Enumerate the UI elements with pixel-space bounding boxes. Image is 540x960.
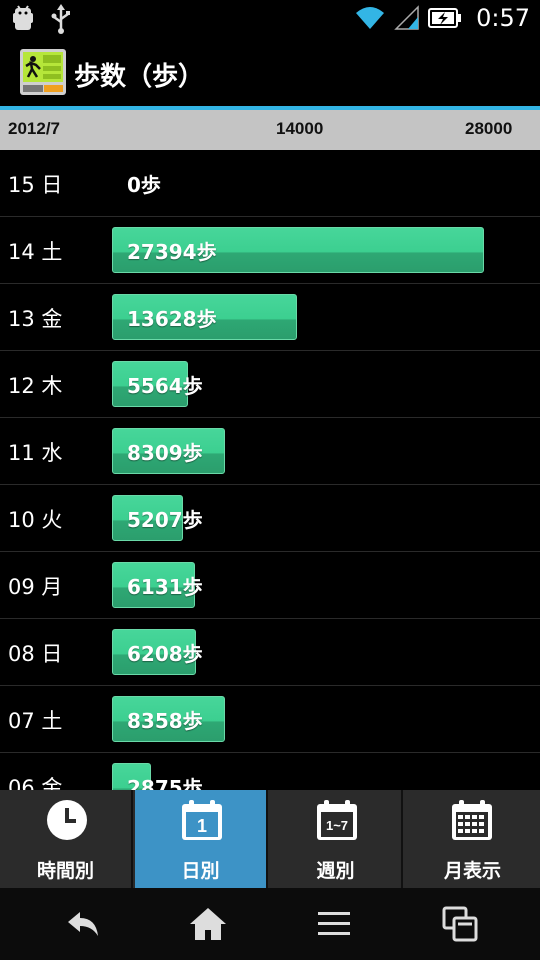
step-count-label: 6208歩 bbox=[127, 642, 203, 666]
step-count-label: 13628歩 bbox=[127, 307, 217, 331]
day-row[interactable]: 06 金 2875歩 bbox=[0, 753, 540, 790]
step-count-label: 5207歩 bbox=[127, 508, 203, 532]
day-row[interactable]: 07 土 8358歩 bbox=[0, 686, 540, 753]
step-count-label: 8358歩 bbox=[127, 709, 203, 733]
recent-apps-icon[interactable] bbox=[440, 904, 480, 944]
pedometer-app-icon[interactable] bbox=[20, 49, 66, 95]
daily-steps-list[interactable]: 15 日 0歩 14 土 27394歩 13 金 13628歩 12 木 5564歩 11 水 8… bbox=[0, 150, 540, 790]
step-count-label: 5564歩 bbox=[127, 374, 203, 398]
day-row[interactable]: 09 月 6131歩 bbox=[0, 552, 540, 619]
day-row[interactable]: 10 火 5207歩 bbox=[0, 485, 540, 552]
step-count-label: 6131歩 bbox=[127, 575, 203, 599]
tab-hourly-label: 時間別 bbox=[36, 860, 94, 882]
step-count-label: 2875歩 bbox=[127, 776, 203, 790]
step-count-label: 0歩 bbox=[127, 173, 161, 197]
step-count-label: 8309歩 bbox=[127, 441, 203, 465]
menu-icon[interactable] bbox=[314, 904, 354, 944]
android-debug-icon bbox=[13, 5, 33, 30]
calendar-day-icon: 1 bbox=[182, 800, 222, 840]
system-nav-bar bbox=[0, 888, 540, 960]
tab-hourly[interactable]: 時間別 bbox=[0, 790, 133, 888]
calendar-week-icon: 1~7 bbox=[317, 800, 357, 840]
calendar-week-range: 1~7 bbox=[326, 818, 348, 833]
day-label: 12 木 bbox=[8, 374, 63, 398]
tab-monthly-label: 月表示 bbox=[443, 860, 501, 882]
tab-bar: 時間別 1 日別 1~7 週別 月表示 bbox=[0, 790, 540, 888]
signal-icon bbox=[394, 5, 419, 30]
back-icon[interactable] bbox=[64, 904, 104, 944]
day-label: 14 土 bbox=[8, 240, 63, 264]
status-bar: 0:57 bbox=[0, 0, 540, 38]
usb-icon bbox=[51, 4, 70, 34]
calendar-month-icon bbox=[452, 800, 492, 840]
clock-icon bbox=[47, 800, 87, 840]
axis-month-label: 2012/7 bbox=[8, 119, 60, 138]
day-row[interactable]: 14 土 27394歩 bbox=[0, 217, 540, 284]
tab-weekly[interactable]: 1~7 週別 bbox=[270, 790, 403, 888]
page-title: 歩数（歩） bbox=[74, 62, 205, 92]
day-label: 09 月 bbox=[8, 575, 63, 599]
axis-tick-mid: 14000 bbox=[276, 119, 324, 138]
calendar-day-number: 1 bbox=[197, 816, 207, 836]
step-count-label: 27394歩 bbox=[127, 240, 217, 264]
action-bar: 歩数（歩） bbox=[0, 38, 540, 106]
tab-daily[interactable]: 1 日別 bbox=[135, 790, 268, 888]
day-label: 13 金 bbox=[8, 307, 63, 331]
tab-weekly-label: 週別 bbox=[316, 860, 355, 882]
day-label: 11 水 bbox=[8, 441, 63, 465]
day-label: 10 火 bbox=[8, 508, 63, 532]
day-row[interactable]: 15 日 0歩 bbox=[0, 150, 540, 217]
tab-monthly[interactable]: 月表示 bbox=[405, 790, 540, 888]
wifi-icon bbox=[356, 7, 385, 29]
day-row[interactable]: 12 木 5564歩 bbox=[0, 351, 540, 418]
day-row[interactable]: 11 水 8309歩 bbox=[0, 418, 540, 485]
day-row[interactable]: 08 日 6208歩 bbox=[0, 619, 540, 686]
day-label: 06 金 bbox=[8, 776, 63, 790]
day-label: 08 日 bbox=[8, 642, 63, 666]
home-icon[interactable] bbox=[188, 904, 228, 944]
axis-tick-max: 28000 bbox=[465, 119, 513, 138]
status-time: 0:57 bbox=[476, 4, 530, 32]
battery-charging-icon bbox=[428, 8, 462, 28]
day-row[interactable]: 13 金 13628歩 bbox=[0, 284, 540, 351]
tab-daily-label: 日別 bbox=[181, 860, 220, 882]
day-label: 07 土 bbox=[8, 709, 63, 733]
day-label: 15 日 bbox=[8, 173, 63, 197]
axis-header: 2012/7 14000 28000 bbox=[0, 110, 540, 150]
